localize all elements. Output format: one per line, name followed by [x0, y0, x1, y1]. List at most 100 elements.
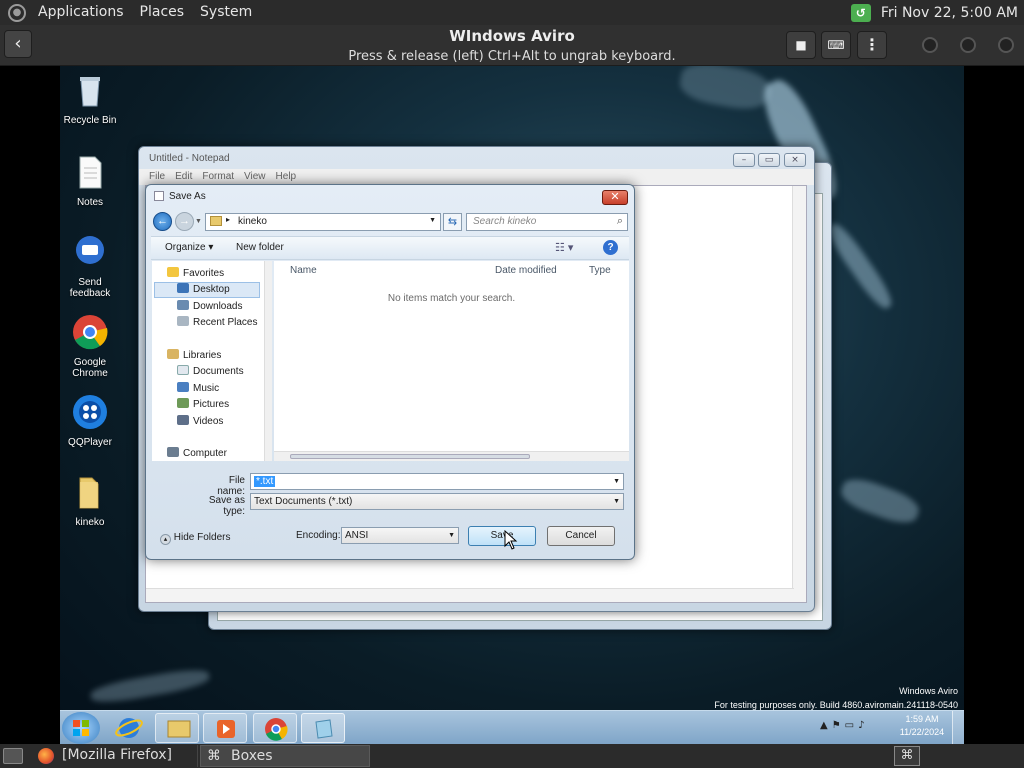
notepad-minimize-button[interactable]: – [733, 153, 755, 167]
taskbar-chrome[interactable] [253, 713, 297, 743]
system-tray-icons[interactable]: ▲⚑▭♪ [820, 720, 869, 731]
desktop-icon-kineko[interactable]: kineko [60, 474, 120, 528]
file-name-input[interactable]: *.txt ▼ [250, 473, 624, 490]
desktop-icon-send-feedback[interactable]: Send feedback [60, 234, 120, 299]
menu-dots-button[interactable]: ⋮ [857, 31, 887, 59]
minimize-circle-icon[interactable] [922, 37, 938, 53]
menu-format[interactable]: Format [202, 169, 234, 185]
path-segment-kineko[interactable]: kineko [238, 216, 267, 227]
help-icon[interactable]: ? [603, 240, 618, 255]
address-dropdown-icon[interactable]: ▼ [429, 217, 436, 224]
nav-documents[interactable]: Documents [177, 364, 244, 380]
taskbar-media-player[interactable] [203, 713, 247, 743]
column-type[interactable]: Type [589, 265, 611, 276]
save-as-type-select[interactable]: Text Documents (*.txt) ▼ [250, 493, 624, 510]
refresh-icon[interactable]: ⇆ [443, 213, 462, 231]
notepad-horizontal-scrollbar[interactable] [146, 588, 794, 602]
menu-file[interactable]: File [149, 169, 165, 185]
top-panel: ● Applications Places System ↺ Fri Nov 2… [0, 0, 1024, 25]
file-list[interactable]: Name Date modified Type No items match y… [274, 261, 629, 451]
desktop-icon-notes[interactable]: Notes [60, 154, 120, 208]
notepad-maximize-button[interactable]: ▭ [758, 153, 780, 167]
organize-button[interactable]: Organize ▾ [165, 242, 213, 253]
forward-arrow-icon[interactable]: → [175, 212, 194, 231]
start-button[interactable] [62, 712, 100, 744]
nav-videos[interactable]: Videos [177, 414, 223, 430]
cancel-button[interactable]: Cancel [547, 526, 615, 546]
close-circle-icon[interactable] [998, 37, 1014, 53]
taskbar-internet-explorer[interactable] [107, 713, 151, 743]
encoding-select[interactable]: ANSI ▼ [341, 527, 459, 544]
column-date-modified[interactable]: Date modified [495, 265, 557, 276]
file-name-label: File name: [217, 475, 245, 497]
address-bar[interactable]: ▸ kineko ▼ [205, 213, 441, 231]
show-desktop-icon[interactable] [3, 748, 23, 764]
navigation-pane[interactable]: Favorites Desktop Downloads Recent Place… [152, 261, 272, 461]
keyboard-button[interactable]: ⌨ [821, 31, 851, 59]
save-as-app-icon [154, 191, 164, 201]
menu-places[interactable]: Places [132, 0, 193, 25]
nav-computer[interactable]: Computer [167, 446, 227, 462]
taskbar-firefox[interactable]: [Mozilla Firefox] [32, 745, 198, 767]
save-as-dialog[interactable]: Save As ✕ ← → ▼ ▸ kineko ▼ ⇆ Search kine… [145, 184, 635, 560]
gnome-foot-icon[interactable]: ● [8, 3, 26, 22]
collapse-icon: ▴ [160, 534, 171, 545]
nav-libraries[interactable]: Libraries [167, 348, 221, 364]
taskbar-boxes[interactable]: ⌘ Boxes [200, 745, 370, 767]
file-explorer-icon [167, 720, 191, 738]
column-name[interactable]: Name [290, 265, 317, 276]
taskbar-clock[interactable]: 1:59 AM 11/22/2024 [896, 713, 948, 739]
panel-clock[interactable]: Fri Nov 22, 5:00 AM [881, 5, 1018, 21]
show-desktop-button[interactable] [952, 711, 964, 744]
workspace-switcher-icon[interactable]: ⌘ [894, 746, 920, 766]
nav-recent-places[interactable]: Recent Places [177, 315, 257, 331]
encoding-label: Encoding: [296, 530, 341, 541]
notepad-vertical-scrollbar[interactable] [792, 186, 806, 602]
menu-applications[interactable]: Applications [30, 0, 132, 25]
vm-desktop[interactable]: Recycle Bin Notes Send feedback Google C… [60, 66, 964, 744]
music-icon [177, 382, 189, 392]
notepad-close-button[interactable]: × [784, 153, 806, 167]
desktop-icon-qqplayer[interactable]: QQPlayer [60, 394, 120, 448]
recycle-bin-icon [80, 77, 100, 107]
menu-view[interactable]: View [244, 169, 266, 185]
nav-music[interactable]: Music [177, 381, 219, 397]
file-list-horizontal-scrollbar[interactable] [274, 451, 629, 461]
pictures-icon [177, 398, 189, 408]
text-file-icon [79, 156, 102, 189]
nav-desktop[interactable]: Desktop [177, 282, 230, 298]
search-placeholder: Search kineko [473, 216, 537, 227]
menu-edit[interactable]: Edit [175, 169, 192, 185]
recent-locations-dropdown-icon[interactable]: ▼ [195, 218, 202, 225]
qqplayer-icon [73, 395, 107, 429]
search-box[interactable]: Search kineko ⌕ [466, 213, 628, 231]
back-arrow-icon[interactable]: ← [153, 212, 172, 231]
nav-downloads[interactable]: Downloads [177, 299, 242, 315]
taskbar-notepad[interactable] [301, 713, 345, 743]
menu-system[interactable]: System [192, 0, 260, 25]
feedback-icon [76, 236, 104, 264]
save-type-dropdown-icon[interactable]: ▼ [613, 494, 620, 509]
taskbar-file-explorer[interactable] [155, 713, 199, 743]
notepad-icon [315, 719, 333, 739]
desktop-icon-google-chrome[interactable]: Google Chrome [60, 314, 120, 379]
nav-pictures[interactable]: Pictures [177, 397, 229, 413]
nav-pane-scrollbar[interactable] [264, 261, 272, 461]
save-as-close-button[interactable]: ✕ [602, 190, 628, 205]
menu-help[interactable]: Help [276, 169, 297, 185]
search-icon[interactable]: ⌕ [617, 215, 623, 228]
encoding-dropdown-icon[interactable]: ▼ [448, 528, 455, 543]
nav-favorites[interactable]: Favorites [167, 266, 224, 282]
recent-places-icon [177, 316, 189, 326]
file-name-dropdown-icon[interactable]: ▼ [613, 474, 620, 489]
hide-folders-button[interactable]: ▴ Hide Folders [160, 532, 230, 545]
new-folder-button[interactable]: New folder [236, 242, 284, 253]
documents-icon [177, 365, 189, 375]
maximize-circle-icon[interactable] [960, 37, 976, 53]
desktop-icon-recycle-bin[interactable]: Recycle Bin [60, 72, 120, 126]
view-options-icon[interactable]: ☷ ▾ [555, 241, 573, 254]
stop-button[interactable]: ■ [786, 31, 816, 59]
update-tray-icon[interactable]: ↺ [850, 3, 871, 22]
save-button[interactable]: Save [468, 526, 536, 546]
boxes-header-bar: ‹ WIndows Aviro Press & release (left) C… [0, 25, 1024, 66]
